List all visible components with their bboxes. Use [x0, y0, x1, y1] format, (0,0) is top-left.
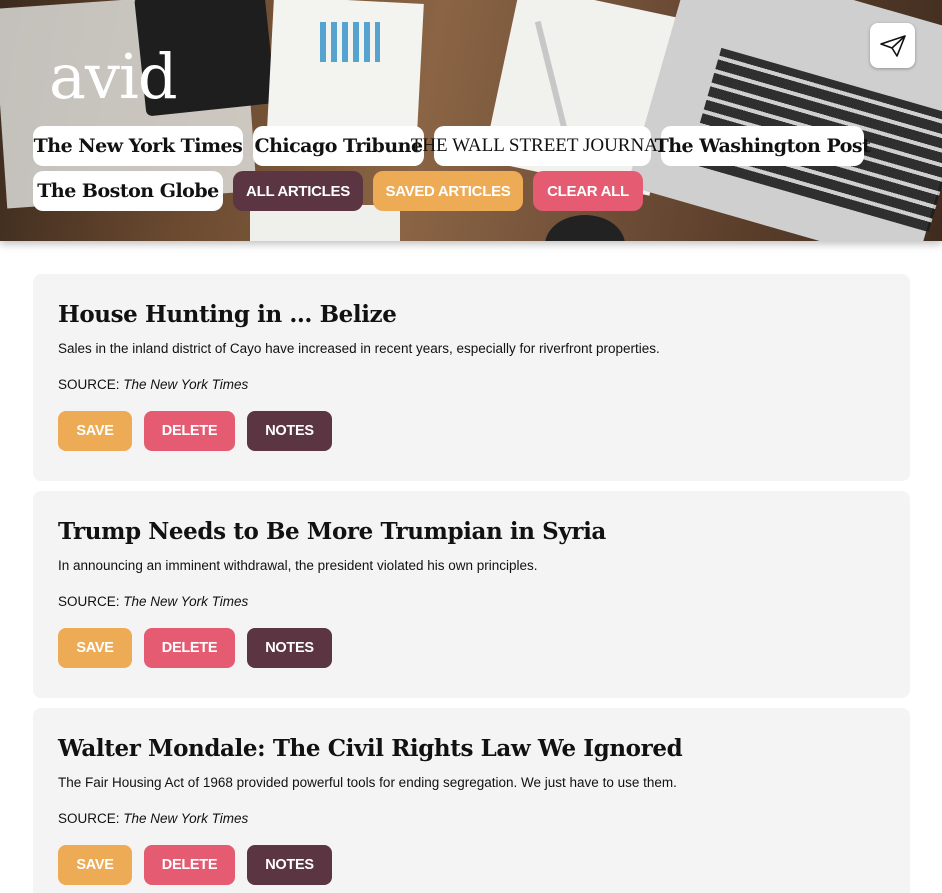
- delete-button[interactable]: DELETE: [144, 628, 235, 668]
- article-summary: The Fair Housing Act of 1968 provided po…: [58, 775, 677, 790]
- send-button[interactable]: [870, 23, 915, 68]
- save-button[interactable]: SAVE: [58, 411, 132, 451]
- article-title: Walter Mondale: The Civil Rights Law We …: [58, 735, 683, 762]
- article-source: SOURCE: The New York Times: [58, 594, 248, 609]
- all-articles-button[interactable]: ALL ARTICLES: [233, 171, 363, 211]
- source-label: SOURCE:: [58, 811, 120, 826]
- source-washington-post-button[interactable]: The Washington Post: [655, 126, 871, 166]
- source-chicago-tribune-button[interactable]: Chicago Tribune: [253, 126, 424, 166]
- background-coffee-cup: [545, 215, 625, 241]
- notes-button[interactable]: NOTES: [247, 845, 332, 885]
- source-label: The New York Times: [33, 135, 243, 157]
- notes-button[interactable]: NOTES: [247, 411, 332, 451]
- source-label: SOURCE:: [58, 377, 120, 392]
- article-card: Walter Mondale: The Civil Rights Law We …: [33, 708, 910, 893]
- article-summary: In announcing an imminent withdrawal, th…: [58, 558, 538, 573]
- source-label: The Washington Post: [654, 135, 871, 157]
- source-label: Chicago Tribune: [254, 135, 423, 157]
- clear-all-button[interactable]: CLEAR ALL: [533, 171, 643, 211]
- article-source: SOURCE: The New York Times: [58, 811, 248, 826]
- app-logo: avid: [49, 40, 178, 113]
- article-summary: Sales in the inland district of Cayo hav…: [58, 341, 660, 356]
- save-button[interactable]: SAVE: [58, 628, 132, 668]
- source-name: The New York Times: [123, 377, 249, 392]
- source-label: THE WALL STREET JOURNAL.: [410, 135, 675, 156]
- source-label: SOURCE:: [58, 594, 120, 609]
- source-nyt-button[interactable]: The New York Times: [33, 126, 243, 166]
- delete-button[interactable]: DELETE: [144, 845, 235, 885]
- delete-button[interactable]: DELETE: [144, 411, 235, 451]
- source-label: The Boston Globe: [37, 180, 219, 202]
- source-name: The New York Times: [123, 811, 249, 826]
- source-wsj-button[interactable]: THE WALL STREET JOURNAL.: [411, 126, 674, 166]
- paper-plane-icon: [879, 34, 906, 57]
- save-button[interactable]: SAVE: [58, 845, 132, 885]
- source-boston-globe-button[interactable]: The Boston Globe: [33, 171, 223, 211]
- notes-button[interactable]: NOTES: [247, 628, 332, 668]
- article-card: House Hunting in … Belize Sales in the i…: [33, 274, 910, 481]
- header-hero: avid The New York Times Chicago Tribune …: [0, 0, 942, 241]
- saved-articles-button[interactable]: SAVED ARTICLES: [373, 171, 523, 211]
- background-bar-graphic: [320, 22, 380, 62]
- article-source: SOURCE: The New York Times: [58, 377, 248, 392]
- article-title: House Hunting in … Belize: [58, 301, 397, 328]
- article-card: Trump Needs to Be More Trumpian in Syria…: [33, 491, 910, 698]
- article-title: Trump Needs to Be More Trumpian in Syria: [58, 518, 606, 545]
- source-name: The New York Times: [123, 594, 249, 609]
